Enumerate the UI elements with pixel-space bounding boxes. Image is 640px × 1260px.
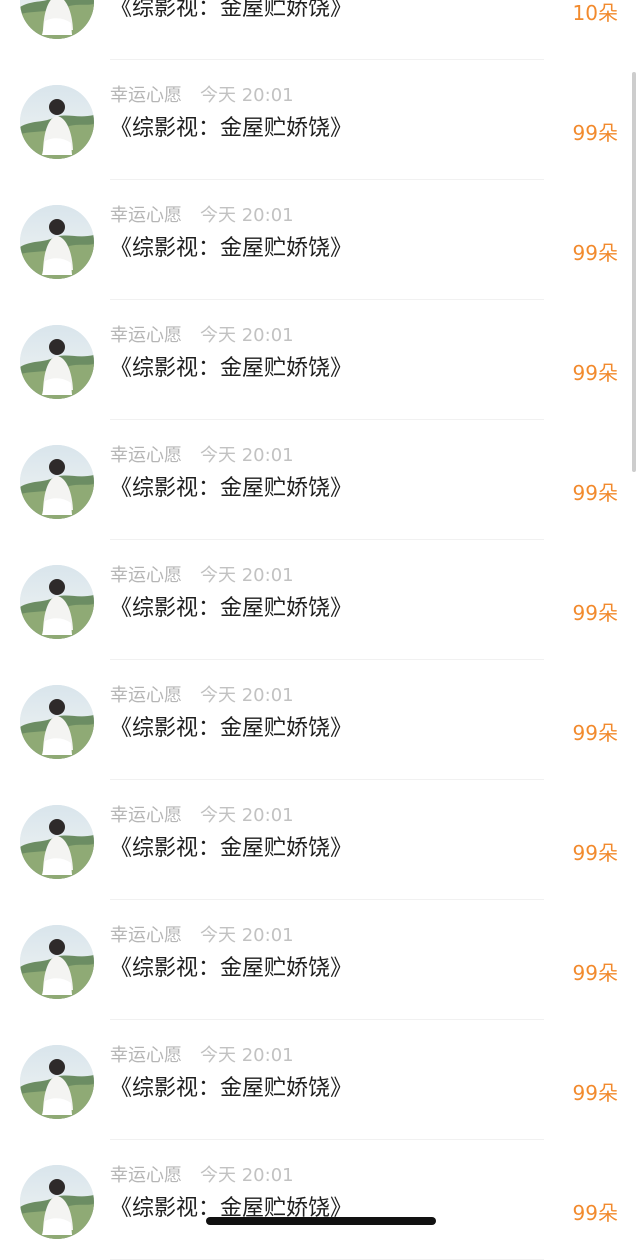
item-meta: 幸运心愿 今天 20:01 — [110, 85, 294, 107]
time-label: 今天 20:01 — [200, 1045, 294, 1066]
time-label: 今天 20:01 — [200, 805, 294, 826]
avatar[interactable] — [20, 445, 94, 519]
user-name: 幸运心愿 — [110, 205, 182, 226]
user-name: 幸运心愿 — [110, 85, 182, 106]
time-label: 今天 20:01 — [200, 85, 294, 106]
user-name: 幸运心愿 — [110, 805, 182, 826]
avatar[interactable] — [20, 0, 94, 39]
item-meta: 幸运心愿 今天 20:01 — [110, 685, 294, 707]
flower-count: 99朵 — [572, 1081, 618, 1105]
flower-count: 99朵 — [572, 961, 618, 985]
user-name: 幸运心愿 — [110, 685, 182, 706]
time-label: 今天 20:01 — [200, 685, 294, 706]
list-item[interactable]: 幸运心愿 今天 20:01 《综影视：金屋贮娇饶》 99朵 — [0, 900, 640, 1020]
avatar[interactable] — [20, 205, 94, 279]
list-item[interactable]: 幸运心愿 今天 20:01 《综影视：金屋贮娇饶》 99朵 — [0, 660, 640, 780]
list-item[interactable]: 幸运心愿 今天 20:01 《综影视：金屋贮娇饶》 99朵 — [0, 540, 640, 660]
item-meta: 幸运心愿 今天 20:01 — [110, 805, 294, 827]
list-item[interactable]: 《综影视：金屋贮娇饶》 10朵 — [0, 0, 640, 60]
item-meta: 幸运心愿 今天 20:01 — [110, 565, 294, 587]
list-item[interactable]: 幸运心愿 今天 20:01 《综影视：金屋贮娇饶》 99朵 — [0, 420, 640, 540]
flower-count: 99朵 — [572, 481, 618, 505]
time-label: 今天 20:01 — [200, 325, 294, 346]
user-name: 幸运心愿 — [110, 925, 182, 946]
list-item[interactable]: 幸运心愿 今天 20:01 《综影视：金屋贮娇饶》 99朵 — [0, 1140, 640, 1260]
item-meta: 幸运心愿 今天 20:01 — [110, 925, 294, 947]
list-item[interactable]: 幸运心愿 今天 20:01 《综影视：金屋贮娇饶》 99朵 — [0, 1020, 640, 1140]
item-title: 《综影视：金屋贮娇饶》 — [110, 236, 353, 261]
flower-count: 99朵 — [572, 841, 618, 865]
item-meta: 幸运心愿 今天 20:01 — [110, 1045, 294, 1067]
avatar[interactable] — [20, 1165, 94, 1239]
list-item[interactable]: 幸运心愿 今天 20:01 《综影视：金屋贮娇饶》 99朵 — [0, 180, 640, 300]
flower-count: 99朵 — [572, 1201, 618, 1225]
avatar[interactable] — [20, 925, 94, 999]
time-label: 今天 20:01 — [200, 205, 294, 226]
flower-count: 99朵 — [572, 721, 618, 745]
item-meta: 幸运心愿 今天 20:01 — [110, 325, 294, 347]
item-title: 《综影视：金屋贮娇饶》 — [110, 716, 353, 741]
time-label: 今天 20:01 — [200, 925, 294, 946]
flower-count: 10朵 — [572, 1, 618, 25]
time-label: 今天 20:01 — [200, 1165, 294, 1186]
time-label: 今天 20:01 — [200, 565, 294, 586]
avatar[interactable] — [20, 565, 94, 639]
flower-count: 99朵 — [572, 361, 618, 385]
list-item[interactable]: 幸运心愿 今天 20:01 《综影视：金屋贮娇饶》 99朵 — [0, 60, 640, 180]
user-name: 幸运心愿 — [110, 1045, 182, 1066]
item-title: 《综影视：金屋贮娇饶》 — [110, 116, 353, 141]
avatar[interactable] — [20, 805, 94, 879]
item-meta: 幸运心愿 今天 20:01 — [110, 445, 294, 467]
avatar[interactable] — [20, 85, 94, 159]
avatar[interactable] — [20, 685, 94, 759]
item-title: 《综影视：金屋贮娇饶》 — [110, 1076, 353, 1101]
item-title: 《综影视：金屋贮娇饶》 — [110, 356, 353, 381]
item-title: 《综影视：金屋贮娇饶》 — [110, 836, 353, 861]
flower-count: 99朵 — [572, 241, 618, 265]
user-name: 幸运心愿 — [110, 325, 182, 346]
item-title: 《综影视：金屋贮娇饶》 — [110, 476, 353, 501]
user-name: 幸运心愿 — [110, 565, 182, 586]
avatar[interactable] — [20, 325, 94, 399]
avatar[interactable] — [20, 1045, 94, 1119]
item-title: 《综影视：金屋贮娇饶》 — [110, 596, 353, 621]
flower-count: 99朵 — [572, 601, 618, 625]
home-indicator[interactable] — [206, 1217, 436, 1225]
time-label: 今天 20:01 — [200, 445, 294, 466]
item-title: 《综影视：金屋贮娇饶》 — [110, 956, 353, 981]
item-meta: 幸运心愿 今天 20:01 — [110, 1165, 294, 1187]
flower-count: 99朵 — [572, 121, 618, 145]
user-name: 幸运心愿 — [110, 1165, 182, 1186]
list-item[interactable]: 幸运心愿 今天 20:01 《综影视：金屋贮娇饶》 99朵 — [0, 780, 640, 900]
list-item[interactable]: 幸运心愿 今天 20:01 《综影视：金屋贮娇饶》 99朵 — [0, 300, 640, 420]
item-title: 《综影视：金屋贮娇饶》 — [110, 0, 353, 21]
user-name: 幸运心愿 — [110, 445, 182, 466]
scrollbar[interactable] — [632, 72, 636, 472]
item-meta: 幸运心愿 今天 20:01 — [110, 205, 294, 227]
